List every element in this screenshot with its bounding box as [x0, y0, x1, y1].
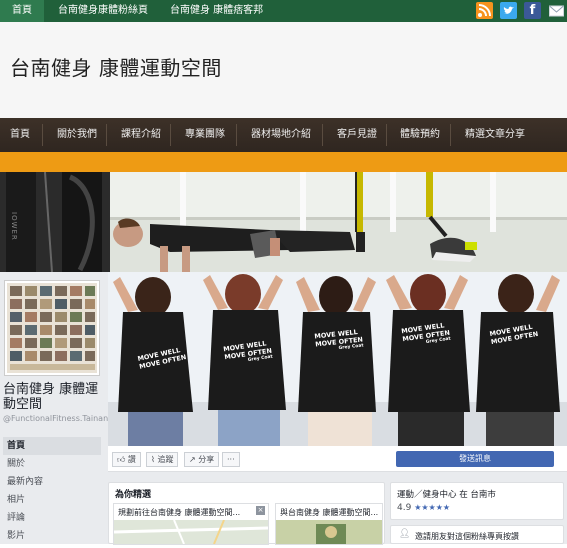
accent-band	[0, 152, 567, 172]
suggestion-card-directions[interactable]: 規劃前往台南健身 康體運動空間... ×	[113, 503, 269, 545]
page-rating[interactable]: 4.9 ★★★★★	[397, 503, 450, 513]
nav-divider	[106, 124, 107, 146]
for-you-card: 為你精選 規劃前往台南健身 康體運動空間... × 與台南健身 康體運動空間..…	[108, 482, 385, 545]
photo-thumbnail	[276, 520, 382, 544]
nav-divider	[386, 124, 387, 146]
add-friend-icon: 👤︎	[399, 529, 411, 539]
share-button[interactable]: ↗ 分享	[184, 452, 220, 467]
share-arrow-icon: ↗	[189, 455, 196, 464]
fb-page-handle: @FunctionalFitness.Tainan	[3, 414, 109, 423]
fb-nav-home[interactable]: 首頁	[3, 437, 101, 455]
site-title[interactable]: 台南健身 康體運動空間	[10, 52, 222, 81]
fb-nav-about[interactable]: 關於	[3, 455, 101, 473]
like-button[interactable]: 👍︎ 讚	[112, 452, 141, 467]
nav-item-booking[interactable]: 體驗預約	[400, 118, 440, 152]
map-thumbnail	[113, 519, 269, 545]
rss-icon[interactable]	[476, 2, 493, 19]
nav-item-articles[interactable]: 精選文章分享	[465, 118, 525, 152]
rating-stars: ★★★★★	[414, 503, 451, 512]
top-tab-home[interactable]: 首頁	[0, 0, 44, 22]
nav-item-about[interactable]: 關於我們	[57, 118, 97, 152]
hero-image: IOWER	[0, 172, 567, 272]
mail-icon[interactable]	[548, 2, 565, 19]
nav-item-testimonials[interactable]: 客戶見證	[337, 118, 377, 152]
fb-profile-picture[interactable]	[4, 280, 100, 376]
nav-divider	[42, 124, 43, 146]
invite-friends-text: 邀請朋友對這個粉絲專頁按讚	[415, 532, 519, 541]
equipment-label: IOWER	[10, 212, 18, 241]
fb-page-name[interactable]: 台南健身 康體運動空間	[3, 382, 107, 412]
suggestion-card-connect[interactable]: 與台南健身 康體運動空間...	[275, 503, 383, 545]
top-bar: 首頁 台南健身康體粉絲頁 台南健身 康體痞客邦 f	[0, 0, 567, 22]
thumbs-up-icon: 👍︎	[117, 455, 126, 464]
fb-nav-photos[interactable]: 相片	[3, 491, 101, 509]
fb-cover-photo[interactable]: MOVE WELL MOVE OFTEN MOVE WELL MOVE OFTEN G…	[108, 272, 567, 446]
page-category[interactable]: 運動／健身中心 在 台南市	[397, 488, 496, 500]
for-you-title: 為你精選	[115, 490, 152, 500]
nav-item-equipment[interactable]: 器材場地介紹	[251, 118, 311, 152]
nav-divider	[170, 124, 171, 146]
top-tab-fanpage[interactable]: 台南健身康體粉絲頁	[50, 0, 156, 22]
close-icon[interactable]: ×	[256, 506, 265, 515]
rss-feed-icon: ⌇	[151, 455, 155, 464]
fb-nav-reviews[interactable]: 評論	[3, 509, 101, 527]
facebook-icon[interactable]: f	[524, 2, 541, 19]
top-tab-pixnet[interactable]: 台南健身 康體痞客邦	[162, 0, 271, 22]
nav-divider	[236, 124, 237, 146]
nav-divider	[450, 124, 451, 146]
nav-item-courses[interactable]: 課程介紹	[121, 118, 161, 152]
follow-button[interactable]: ⌇ 追蹤	[146, 452, 179, 467]
main-nav: 首頁 關於我們 課程介紹 專業團隊 器材場地介紹 客戶見證 體驗預約 精選文章分…	[0, 118, 567, 152]
twitter-icon[interactable]	[500, 2, 517, 19]
invite-friends-card[interactable]: 👤︎ 邀請朋友對這個粉絲專頁按讚	[390, 525, 564, 544]
nav-divider	[322, 124, 323, 146]
fb-actions-bar: 👍︎ 讚 ⌇ 追蹤 ↗ 分享 ··· 發送訊息	[108, 446, 567, 472]
site-header: 台南健身 康體運動空間	[0, 22, 567, 118]
nav-item-home[interactable]: 首頁	[10, 118, 30, 152]
fb-nav-posts[interactable]: 最新內容	[3, 473, 101, 491]
fb-left-column: 台南健身 康體運動空間 @FunctionalFitness.Tainan 首頁…	[0, 272, 108, 544]
more-button[interactable]: ···	[222, 452, 240, 467]
page-info-card: 運動／健身中心 在 台南市 4.9 ★★★★★	[390, 482, 564, 520]
facebook-page-embed: 台南健身 康體運動空間 @FunctionalFitness.Tainan 首頁…	[0, 272, 567, 545]
nav-item-team[interactable]: 專業團隊	[185, 118, 225, 152]
fb-nav-videos[interactable]: 影片	[3, 527, 101, 545]
send-message-button[interactable]: 發送訊息	[396, 451, 554, 467]
